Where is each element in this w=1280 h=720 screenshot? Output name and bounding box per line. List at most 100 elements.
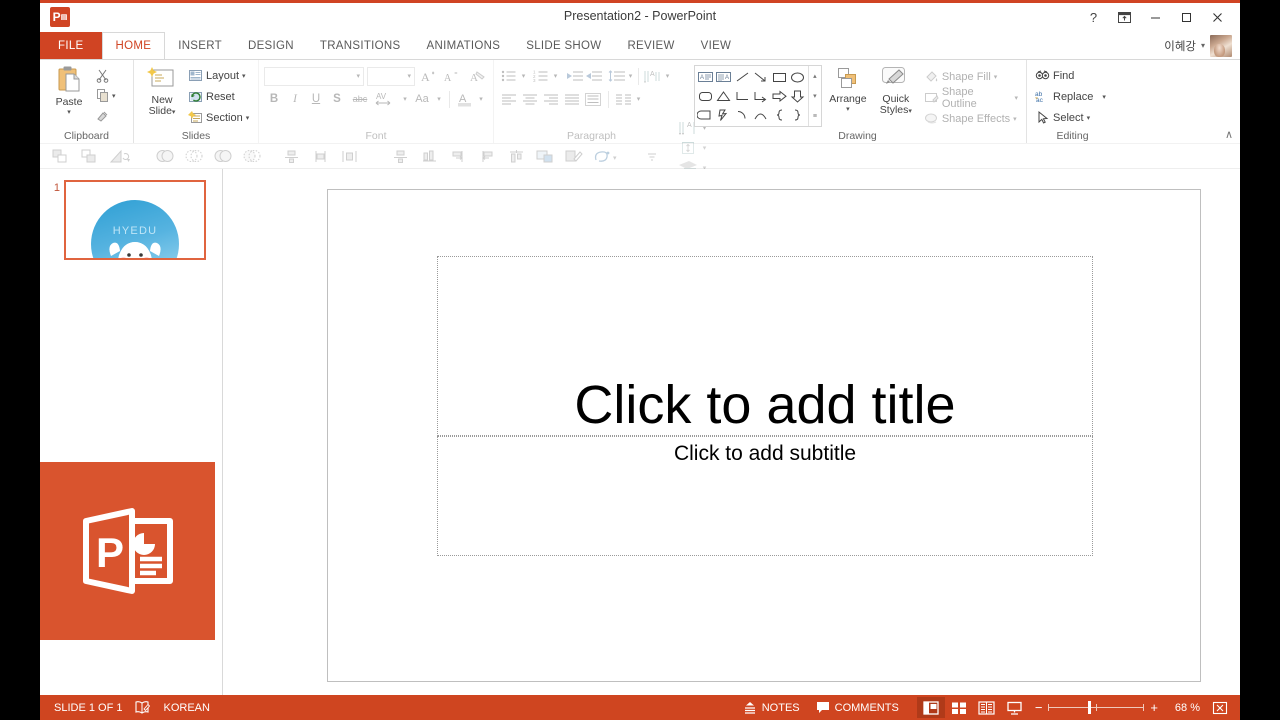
merge-shapes-subtract-icon[interactable] [238, 145, 266, 167]
shape-arc-icon[interactable] [733, 106, 751, 125]
decrease-font-size-button[interactable]: A [441, 66, 461, 86]
fit-to-window-button[interactable] [1206, 697, 1234, 718]
group-icon[interactable] [531, 145, 559, 167]
find-button[interactable]: Find [1032, 65, 1109, 86]
thumbnail-slide-1[interactable]: 1 HYEDU [40, 180, 222, 260]
italic-button[interactable]: I [285, 89, 305, 109]
more-icon[interactable] [638, 145, 666, 167]
bold-button[interactable]: B [264, 89, 284, 109]
maximize-button[interactable] [1172, 6, 1201, 30]
font-name-combobox[interactable]: ▾ [264, 66, 364, 86]
align-center-button[interactable] [520, 89, 540, 109]
shape-textbox-icon[interactable]: A [696, 67, 714, 86]
language-indicator[interactable]: KOREAN [155, 695, 217, 720]
normal-view-button[interactable] [916, 697, 945, 718]
scroll-down-icon[interactable]: ▾ [809, 86, 821, 106]
slide-canvas[interactable]: Click to add title Click to add subtitle [327, 189, 1201, 682]
spell-check-icon[interactable] [130, 695, 155, 720]
shape-down-arrow-icon[interactable] [788, 86, 806, 105]
increase-font-size-button[interactable]: A [418, 66, 438, 86]
align-left-button[interactable] [499, 89, 519, 109]
slide-count[interactable]: SLIDE 1 OF 1 [46, 695, 130, 720]
shapes-gallery[interactable]: A A ▴ ▾ ≡ [694, 65, 822, 127]
merge-shapes-union-icon[interactable] [151, 145, 179, 167]
layout-button[interactable]: Layout ▾ [185, 65, 252, 86]
columns-button[interactable] [614, 89, 633, 109]
text-shadow-button[interactable]: S [327, 89, 347, 109]
distribute-vertical-icon[interactable] [415, 145, 443, 167]
tab-slide-show[interactable]: SLIDE SHOW [513, 32, 614, 59]
tab-transitions[interactable]: TRANSITIONS [307, 32, 414, 59]
slide-thumbnail[interactable]: HYEDU [64, 180, 206, 260]
font-color-button[interactable]: A [455, 89, 475, 109]
minimize-button[interactable] [1141, 6, 1170, 30]
shape-icon[interactable]: ▾ [589, 145, 625, 167]
font-size-combobox[interactable]: ▾ [367, 66, 415, 86]
slide-editing-area[interactable]: Click to add title Click to add subtitle [223, 169, 1240, 695]
zoom-out-button[interactable]: − [1035, 700, 1043, 715]
copy-button[interactable]: ▾ [93, 86, 118, 105]
align-right-button[interactable] [541, 89, 561, 109]
underline-button[interactable]: U [306, 89, 326, 109]
paste-button[interactable]: Paste ▾ [45, 64, 93, 116]
zoom-handle[interactable] [1088, 701, 1092, 714]
section-button[interactable]: Section ▾ [185, 107, 252, 128]
merge-shapes-combine-icon[interactable] [180, 145, 208, 167]
tab-design[interactable]: DESIGN [235, 32, 307, 59]
rotate-icon[interactable]: ▾ [104, 145, 138, 167]
replace-button[interactable]: ab ac Replace ▾ [1032, 86, 1109, 107]
shape-right-arrow-icon[interactable] [770, 86, 788, 105]
shapes-scrollbar[interactable]: ▴ ▾ ≡ [807, 66, 821, 126]
scroll-more-icon[interactable]: ≡ [809, 106, 821, 126]
shape-right-brace-icon[interactable] [788, 106, 806, 125]
tab-file[interactable]: FILE [40, 32, 102, 59]
chevron-down-icon[interactable]: ▾ [476, 89, 486, 109]
send-backward-icon[interactable] [75, 145, 103, 167]
comments-button[interactable]: COMMENTS [808, 695, 907, 720]
shape-line-icon[interactable] [733, 67, 751, 86]
edit-points-icon[interactable] [560, 145, 588, 167]
tab-insert[interactable]: INSERT [165, 32, 235, 59]
zoom-level[interactable]: 68 % [1164, 702, 1200, 714]
align-right-icon[interactable] [444, 145, 472, 167]
align-middle-icon[interactable] [306, 145, 334, 167]
shape-pentagon-flag-icon[interactable] [696, 106, 714, 125]
format-painter-button[interactable] [93, 106, 118, 125]
shape-elbow-arrow-connector-icon[interactable] [751, 86, 769, 105]
distributed-button[interactable] [583, 89, 603, 109]
shape-oval-icon[interactable] [788, 67, 806, 86]
ribbon-display-options-icon[interactable] [1110, 6, 1139, 30]
slideshow-view-button[interactable] [1001, 697, 1029, 718]
strikethrough-button[interactable]: abc [348, 89, 372, 109]
decrease-list-level-button[interactable] [565, 66, 584, 86]
align-center-icon[interactable] [277, 145, 305, 167]
shape-curve-icon[interactable] [751, 106, 769, 125]
reset-button[interactable]: Reset [185, 86, 252, 107]
align-top-icon[interactable] [502, 145, 530, 167]
character-spacing-button[interactable]: AV [373, 89, 399, 109]
quick-styles-button[interactable]: Quick Styles▾ [874, 65, 918, 117]
zoom-track[interactable] [1048, 701, 1145, 714]
bullets-button[interactable] [499, 66, 519, 86]
tab-home[interactable]: HOME [101, 32, 166, 59]
shape-lightning-bolt-icon[interactable] [714, 106, 732, 125]
close-button[interactable] [1203, 6, 1232, 30]
shape-rounded-rectangle-icon[interactable] [696, 86, 714, 105]
justify-button[interactable] [562, 89, 582, 109]
text-direction-button[interactable]: A [642, 66, 663, 86]
clear-formatting-button[interactable]: A [468, 66, 488, 86]
account-area[interactable]: 이혜강 ▾ [1164, 32, 1232, 59]
shape-left-brace-icon[interactable] [770, 106, 788, 125]
merge-shapes-fragment-icon[interactable] [209, 145, 237, 167]
chevron-down-icon[interactable]: ▾ [519, 66, 528, 86]
increase-list-level-button[interactable] [584, 66, 603, 86]
subtitle-placeholder[interactable]: Click to add subtitle [437, 436, 1093, 556]
slide-sorter-view-button[interactable] [945, 697, 973, 718]
chevron-down-icon[interactable]: ▾ [626, 66, 635, 86]
chevron-down-icon[interactable]: ▾ [400, 89, 410, 109]
new-slide-button[interactable]: New Slide▾ [139, 64, 185, 118]
align-left-icon[interactable] [473, 145, 501, 167]
tab-review[interactable]: REVIEW [614, 32, 687, 59]
help-icon[interactable]: ? [1079, 6, 1108, 30]
avatar[interactable] [1210, 34, 1232, 57]
